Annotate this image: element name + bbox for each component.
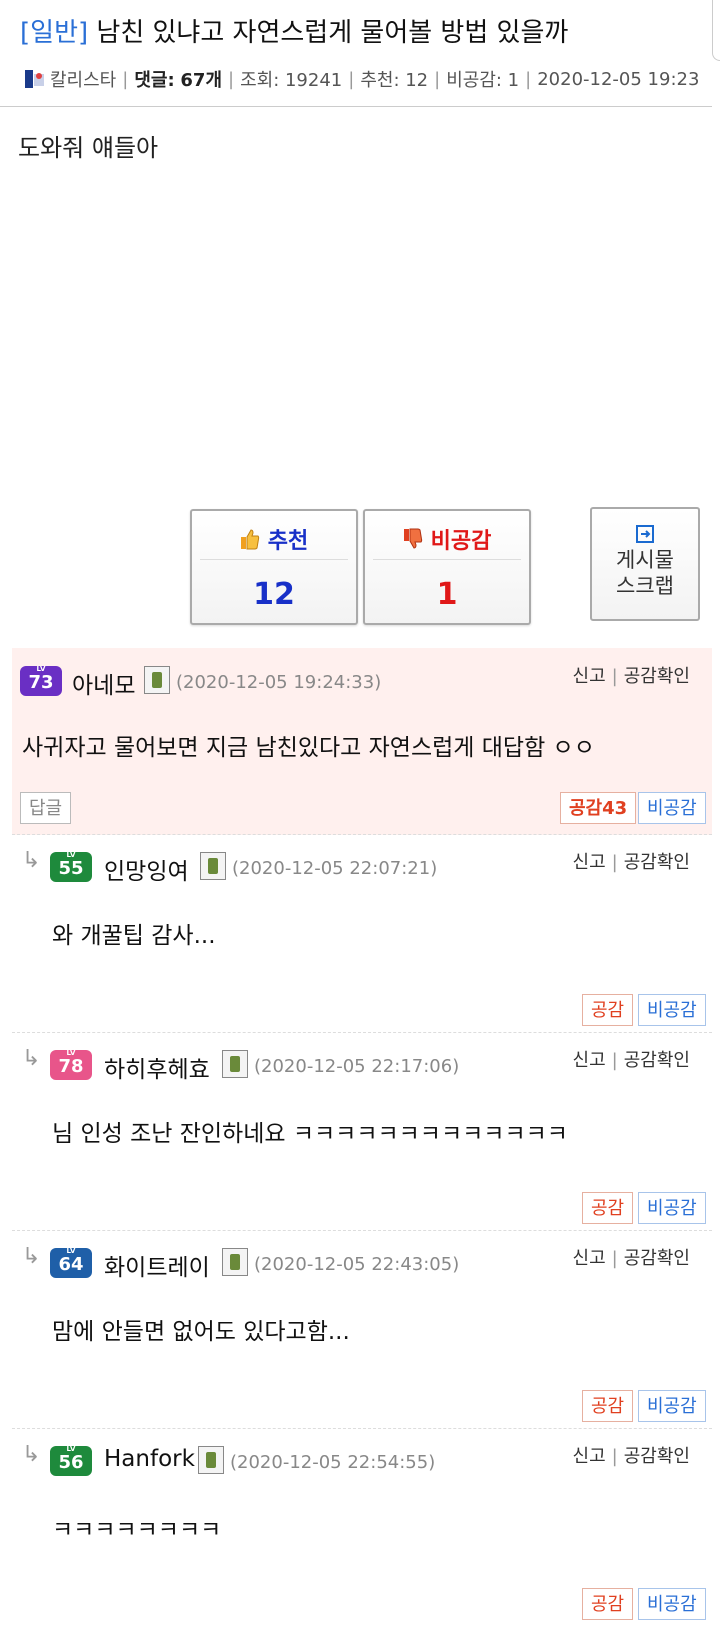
- comment-date: (2020-12-05 22:54:55): [230, 1452, 436, 1473]
- comment-controls: 신고 | 공감확인: [572, 852, 690, 873]
- scrap-button[interactable]: 게시물 스크랩: [590, 507, 700, 621]
- level-number: 56: [58, 1452, 84, 1473]
- comment-date: (2020-12-05 22:43:05): [254, 1254, 460, 1275]
- comment-item: ↳ LV 64 화이트레이 (2020-12-05 22:43:05) 신고 | 공감…: [12, 1230, 712, 1429]
- like-button[interactable]: 공감43: [560, 792, 637, 824]
- level-badge-icon: LV 55: [50, 851, 92, 882]
- like-button[interactable]: 공감: [582, 1390, 634, 1422]
- post-recommend: 추천: 12: [360, 70, 429, 91]
- mobile-phone-icon: [198, 1446, 224, 1474]
- comment-nick[interactable]: 아네모: [72, 666, 135, 700]
- header-divider: [0, 106, 712, 107]
- post-category[interactable]: [일반]: [20, 18, 88, 48]
- dislike-label: 비공감: [430, 529, 492, 554]
- post-author[interactable]: 칼리스타: [50, 66, 116, 92]
- thumbs-down-icon: [403, 528, 422, 549]
- dislike-comment-button[interactable]: 비공감: [638, 994, 706, 1026]
- report-link[interactable]: 신고: [573, 1446, 606, 1467]
- reply-arrow-icon: ↳: [22, 1046, 41, 1071]
- comment-controls: 신고 | 공감확인: [572, 1248, 690, 1269]
- recommend-label: 추천: [267, 529, 309, 554]
- like-button[interactable]: 공감: [582, 1192, 634, 1224]
- post-body: 도와줘 얘들아: [18, 134, 159, 162]
- reply-arrow-icon: ↳: [22, 1442, 41, 1467]
- post-datetime: 2020-12-05 19:23: [537, 68, 700, 90]
- recommend-count: 12: [253, 577, 295, 612]
- comment-item: ↳ LV 56 Hanfork (2020-12-05 22:54:55) 신고 |…: [12, 1428, 712, 1636]
- report-link[interactable]: 신고: [573, 852, 606, 873]
- post-dislike: 비공감: 1: [446, 70, 520, 91]
- level-number: 64: [58, 1254, 84, 1275]
- empathy-check-link[interactable]: 공감확인: [624, 1248, 690, 1269]
- report-link[interactable]: 신고: [573, 666, 606, 687]
- mobile-phone-icon: [222, 1050, 248, 1078]
- comment-text: 맘에 안들면 없어도 있다고함...: [52, 1319, 350, 1345]
- comment-text: 님 인성 조난 잔인하네요 ㅋㅋㅋㅋㅋㅋㅋㅋㅋㅋㅋㅋㅋ: [52, 1121, 568, 1147]
- dislike-count: 1: [436, 577, 458, 612]
- comment-item: ↳ LV 78 하히후헤효 (2020-12-05 22:17:06) 신고 | 공감…: [12, 1032, 712, 1231]
- post-title-text: 남친 있냐고 자연스럽게 물어볼 방법 있을까: [96, 18, 569, 48]
- dislike-comment-button[interactable]: 비공감: [638, 1390, 706, 1422]
- comment-controls: 신고 | 공감확인: [572, 1446, 690, 1467]
- comment-text: 사귀자고 물어보면 지금 남친있다고 자연스럽게 대답함 ㅇㅇ: [22, 735, 595, 761]
- comment-text: 와 개꿀팁 감사...: [52, 923, 216, 949]
- comment-nick[interactable]: Hanfork: [104, 1446, 195, 1472]
- author-avatar-icon: [25, 70, 44, 88]
- comment-date: (2020-12-05 22:17:06): [254, 1056, 460, 1077]
- reply-arrow-icon: ↳: [22, 848, 41, 873]
- recommend-button[interactable]: 추천 12: [190, 509, 358, 625]
- level-badge-icon: LV 78: [50, 1049, 92, 1080]
- level-number: 73: [28, 672, 54, 693]
- post-title: [일반] 남친 있냐고 자연스럽게 물어볼 방법 있을까: [20, 12, 568, 49]
- reply-arrow-icon: ↳: [22, 1244, 41, 1269]
- level-badge-icon: LV 73: [20, 665, 62, 696]
- level-badge-icon: LV 64: [50, 1247, 92, 1278]
- scrap-label-2: 스크랩: [616, 574, 674, 598]
- empathy-check-link[interactable]: 공감확인: [624, 852, 690, 873]
- comment-nick[interactable]: 하히후헤효: [104, 1050, 210, 1084]
- thumbs-up-icon: [240, 529, 259, 550]
- dislike-comment-button[interactable]: 비공감: [638, 1588, 706, 1620]
- comments-count: 67개: [180, 70, 222, 91]
- level-number: 55: [58, 858, 84, 879]
- mobile-phone-icon: [144, 666, 170, 694]
- dislike-comment-button[interactable]: 비공감: [638, 1192, 706, 1224]
- comment-date: (2020-12-05 22:07:21): [232, 858, 438, 879]
- comment-date: (2020-12-05 19:24:33): [176, 672, 382, 693]
- post-meta: 칼리스타 | 댓글: 67개 | 조회: 19241 | 추천: 12 | 비공…: [24, 66, 699, 92]
- empathy-check-link[interactable]: 공감확인: [624, 1446, 690, 1467]
- report-link[interactable]: 신고: [573, 1248, 606, 1269]
- comment-text: ㅋㅋㅋㅋㅋㅋㅋㅋ: [52, 1517, 222, 1543]
- empathy-check-link[interactable]: 공감확인: [624, 1050, 690, 1071]
- empathy-check-link[interactable]: 공감확인: [624, 666, 690, 687]
- comment-item: LV 73 아네모 (2020-12-05 19:24:33) 신고 | 공감확인 사…: [12, 648, 712, 835]
- like-button[interactable]: 공감: [582, 1588, 634, 1620]
- scrap-label-1: 게시물: [616, 548, 674, 572]
- comment-item: ↳ LV 55 인망잉여 (2020-12-05 22:07:21) 신고 | 공감확…: [12, 834, 712, 1033]
- level-badge-icon: LV 56: [50, 1445, 92, 1476]
- scrap-icon: [636, 525, 654, 543]
- dislike-button[interactable]: 비공감 1: [363, 509, 531, 625]
- level-number: 78: [58, 1056, 84, 1077]
- post-views: 조회: 19241: [240, 70, 343, 91]
- reply-button[interactable]: 답글: [20, 792, 72, 824]
- mobile-phone-icon: [200, 852, 226, 880]
- dislike-comment-button[interactable]: 비공감: [638, 792, 706, 824]
- comment-controls: 신고 | 공감확인: [572, 666, 690, 687]
- right-edge-frame: [712, 0, 720, 61]
- comment-nick[interactable]: 인망잉여: [104, 852, 189, 886]
- comments-label: 댓글:: [134, 70, 175, 91]
- mobile-phone-icon: [222, 1248, 248, 1276]
- like-button[interactable]: 공감: [582, 994, 634, 1026]
- report-link[interactable]: 신고: [573, 1050, 606, 1071]
- comment-nick[interactable]: 화이트레이: [104, 1248, 210, 1282]
- comment-controls: 신고 | 공감확인: [572, 1050, 690, 1071]
